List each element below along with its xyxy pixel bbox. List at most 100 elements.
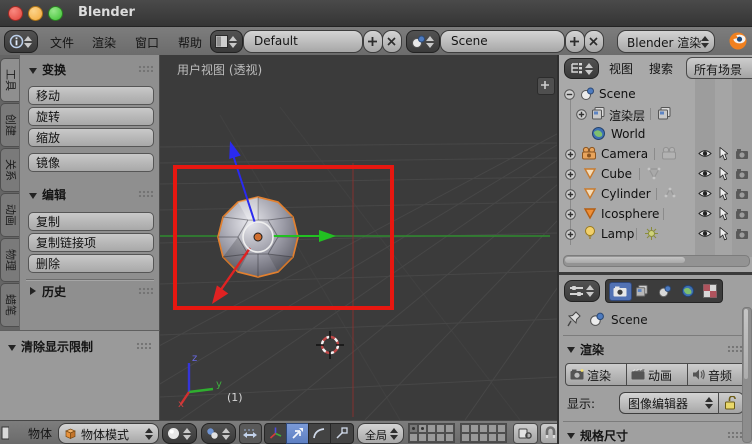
- menu-window[interactable]: 窗口: [135, 34, 159, 51]
- manipulator-toggle-button[interactable]: [239, 423, 262, 444]
- scene-lock-button[interactable]: [513, 423, 538, 444]
- scale-button[interactable]: 缩放: [28, 128, 154, 147]
- rotate-button[interactable]: 旋转: [28, 107, 154, 126]
- panel-grip-icon[interactable]: [727, 431, 742, 438]
- display-filter-select[interactable]: 所有场景: [686, 57, 752, 79]
- tab-scene[interactable]: [655, 282, 676, 299]
- scene-browse-button[interactable]: [406, 30, 440, 53]
- panel-grip-icon[interactable]: [138, 65, 153, 72]
- transform-orientation-select[interactable]: 全局: [357, 423, 404, 444]
- maximize-button[interactable]: [48, 6, 63, 21]
- outliner-scrollbar[interactable]: [563, 255, 750, 267]
- camera-render-icon[interactable]: [735, 208, 749, 220]
- render-engine-select[interactable]: Blender 渲染: [617, 30, 715, 53]
- scene-name-field[interactable]: Scene: [440, 30, 565, 53]
- collapse-triangle-icon[interactable]: [30, 287, 36, 295]
- tab-relations[interactable]: 关系: [0, 148, 19, 192]
- duplicate-linked-button[interactable]: 复制链接项: [28, 233, 154, 252]
- dimensions-section-title[interactable]: 规格尺寸: [580, 427, 628, 444]
- history-section-title[interactable]: 历史: [42, 283, 66, 300]
- delete-layout-button[interactable]: [382, 30, 402, 53]
- display-mode-select[interactable]: 图像编辑器: [619, 392, 719, 414]
- add-layout-button[interactable]: [363, 30, 383, 53]
- collapse-plus-icon[interactable]: [576, 109, 587, 120]
- properties-scrollbar[interactable]: [742, 307, 752, 443]
- eye-icon[interactable]: [698, 188, 712, 199]
- manipulator-translate-button[interactable]: [286, 423, 310, 444]
- collapse-plus-icon[interactable]: [565, 169, 576, 180]
- outliner-menu-view[interactable]: 视图: [609, 60, 633, 77]
- collapse-triangle-icon[interactable]: [29, 193, 37, 199]
- move-button[interactable]: 移动: [28, 86, 154, 105]
- manipulator-axes-button[interactable]: [264, 423, 288, 444]
- outliner-row-camera[interactable]: Camera: [559, 144, 751, 164]
- close-button[interactable]: [8, 6, 23, 21]
- tab-tools[interactable]: 工具: [0, 58, 19, 102]
- screen-layout-browse-button[interactable]: [210, 30, 243, 53]
- duplicate-button[interactable]: 复制: [28, 212, 154, 231]
- delete-button[interactable]: 删除: [28, 254, 154, 273]
- menu-help[interactable]: 帮助: [178, 34, 202, 51]
- cursor-select-icon[interactable]: [718, 207, 728, 221]
- add-scene-button[interactable]: [565, 30, 585, 53]
- editor-type-icon[interactable]: [0, 426, 9, 440]
- collapse-triangle-icon[interactable]: [567, 433, 575, 439]
- manipulator-scale-button[interactable]: [330, 423, 354, 444]
- outliner-row-world[interactable]: World: [559, 124, 751, 144]
- scrollbar-thumb[interactable]: [565, 257, 685, 263]
- tab-render[interactable]: [609, 282, 632, 301]
- collapse-triangle-icon[interactable]: [29, 68, 37, 74]
- minimize-button[interactable]: [28, 6, 43, 21]
- render-still-button[interactable]: 渲染: [565, 363, 627, 386]
- mirror-button[interactable]: 镜像: [28, 153, 154, 172]
- edit-section-title[interactable]: 编辑: [42, 186, 66, 203]
- operator-panel-title[interactable]: 清除显示限制: [21, 338, 93, 355]
- render-animation-button[interactable]: 动画: [626, 363, 688, 386]
- collapse-plus-icon[interactable]: [565, 149, 576, 160]
- delete-scene-button[interactable]: [584, 30, 604, 53]
- scrollbar-thumb[interactable]: [744, 309, 748, 379]
- collapse-plus-icon[interactable]: [565, 229, 576, 240]
- cursor-select-icon[interactable]: [718, 227, 728, 241]
- eye-icon[interactable]: [698, 168, 712, 179]
- outliner-row-cylinder[interactable]: Cylinder: [559, 184, 751, 204]
- collapse-minus-icon[interactable]: [564, 89, 575, 100]
- pivot-point-select[interactable]: [201, 423, 236, 444]
- panel-grip-icon[interactable]: [138, 190, 153, 197]
- eye-icon[interactable]: [698, 208, 712, 219]
- screen-layout-field[interactable]: Default: [243, 30, 363, 53]
- editor-type-selector[interactable]: [564, 280, 600, 302]
- manipulator-rotate-button[interactable]: [308, 423, 332, 444]
- tab-animation[interactable]: 动画: [0, 193, 19, 237]
- tab-physics[interactable]: 物理: [0, 238, 19, 282]
- outliner-row-render-layers[interactable]: 渲染层: [559, 104, 751, 124]
- editor-type-selector[interactable]: [4, 30, 38, 53]
- menu-file[interactable]: 文件: [50, 34, 74, 51]
- panel-grip-icon[interactable]: [138, 287, 153, 294]
- tab-texture[interactable]: [701, 282, 720, 299]
- menu-object[interactable]: 物体: [28, 425, 52, 442]
- outliner-row-lamp[interactable]: Lamp: [559, 224, 751, 244]
- tab-create[interactable]: 创建: [0, 103, 19, 147]
- collapse-triangle-icon[interactable]: [8, 345, 16, 351]
- tab-world[interactable]: [678, 282, 699, 299]
- cursor-select-icon[interactable]: [718, 167, 728, 181]
- cursor-select-icon[interactable]: [718, 147, 728, 161]
- panel-grip-icon[interactable]: [727, 345, 742, 352]
- menu-render[interactable]: 渲染: [92, 34, 116, 51]
- panel-grip-icon[interactable]: [136, 342, 151, 349]
- editor-type-selector[interactable]: [564, 58, 599, 79]
- display-lock-button[interactable]: [718, 392, 744, 414]
- outliner-row-cube[interactable]: Cube: [559, 164, 751, 184]
- tab-render-layers[interactable]: [632, 282, 653, 299]
- camera-render-icon[interactable]: [735, 148, 749, 160]
- mode-select[interactable]: 物体模式: [58, 423, 159, 444]
- outliner-menu-search[interactable]: 搜索: [649, 60, 673, 77]
- context-path-label[interactable]: Scene: [611, 313, 648, 327]
- transform-section-title[interactable]: 变换: [42, 61, 66, 78]
- viewport-3d[interactable]: z y x 用户视图 (透视) (1): [160, 55, 557, 420]
- cursor-select-icon[interactable]: [718, 187, 728, 201]
- collapse-triangle-icon[interactable]: [567, 347, 575, 353]
- tab-grease-pencil[interactable]: 蜡笔: [0, 283, 19, 327]
- render-audio-button[interactable]: 音频: [687, 363, 747, 386]
